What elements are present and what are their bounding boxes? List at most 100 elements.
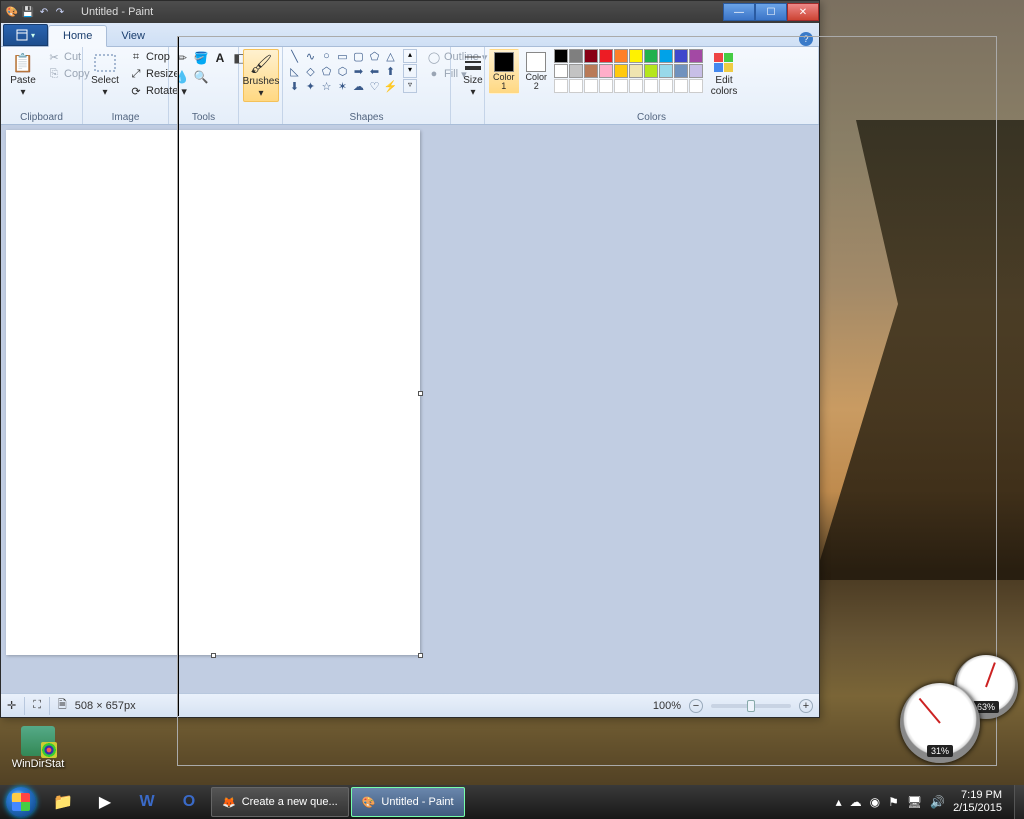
zoom-thumb[interactable]	[747, 700, 755, 712]
fill-tool[interactable]: 🪣	[192, 49, 210, 67]
palette-swatch[interactable]	[689, 49, 703, 63]
palette-swatch[interactable]	[584, 49, 598, 63]
tab-view[interactable]: View	[107, 26, 159, 46]
tray-app-icon[interactable]: ◉	[870, 795, 880, 809]
shape-arrow-r[interactable]: ➡	[351, 64, 366, 78]
palette-swatch[interactable]	[569, 49, 583, 63]
shape-curve[interactable]: ∿	[303, 49, 318, 63]
zoom-in-button[interactable]: +	[799, 699, 813, 713]
paste-button[interactable]: 📋 Paste ▾	[5, 49, 41, 100]
palette-swatch[interactable]	[554, 64, 568, 78]
palette-swatch[interactable]	[674, 64, 688, 78]
palette-swatch[interactable]	[629, 79, 643, 93]
taskbar-pin-outlook[interactable]: O	[168, 785, 210, 819]
palette-swatch[interactable]	[644, 64, 658, 78]
shape-star5[interactable]: ☆	[319, 79, 334, 93]
shape-star6[interactable]: ✶	[335, 79, 350, 93]
help-icon[interactable]: ?	[799, 32, 813, 46]
taskbar-pin-word[interactable]: W	[126, 785, 168, 819]
palette-swatch[interactable]	[614, 49, 628, 63]
shape-heart[interactable]: ♡	[367, 79, 382, 93]
palette-swatch[interactable]	[599, 49, 613, 63]
shape-arrow-u[interactable]: ⬆	[383, 64, 398, 78]
tray-chevron-up-icon[interactable]: ▴	[836, 795, 842, 809]
start-button[interactable]	[0, 785, 42, 819]
minimize-button[interactable]: —	[723, 3, 755, 21]
tray-flag-icon[interactable]: ⚑	[888, 795, 899, 809]
shape-rtriangle[interactable]: ◺	[287, 64, 302, 78]
palette-swatch[interactable]	[659, 64, 673, 78]
taskbar-pin-explorer[interactable]: 📁	[42, 785, 84, 819]
shapes-scroll-down[interactable]: ▾	[403, 64, 417, 78]
shapes-more[interactable]: ▿	[403, 79, 417, 93]
canvas[interactable]	[6, 130, 420, 655]
taskbar-task[interactable]: 🎨Untitled - Paint	[351, 787, 465, 817]
select-button[interactable]: Select ▾	[87, 49, 123, 100]
palette-swatch[interactable]	[599, 64, 613, 78]
shape-arrow-l[interactable]: ⬅	[367, 64, 382, 78]
resize-handle[interactable]	[418, 653, 423, 658]
tray-volume-icon[interactable]: 🔊	[930, 795, 945, 809]
shape-triangle[interactable]: △	[383, 49, 398, 63]
brushes-button[interactable]: 🖌 Brushes ▾	[243, 49, 279, 102]
palette-swatch[interactable]	[674, 49, 688, 63]
shape-lightning[interactable]: ⚡	[383, 79, 398, 93]
undo-icon[interactable]: ↶	[37, 5, 51, 19]
palette-swatch[interactable]	[644, 49, 658, 63]
palette-swatch[interactable]	[659, 49, 673, 63]
text-tool[interactable]: A	[211, 49, 229, 67]
shape-oval[interactable]: ○	[319, 49, 334, 63]
shape-diamond[interactable]: ◇	[303, 64, 318, 78]
palette-swatch[interactable]	[569, 79, 583, 93]
palette-swatch[interactable]	[554, 79, 568, 93]
magnifier-tool[interactable]: 🔍	[192, 68, 210, 86]
maximize-button[interactable]: ☐	[755, 3, 787, 21]
palette-swatch[interactable]	[689, 64, 703, 78]
cpu-gauge-1[interactable]: 31%	[900, 683, 980, 763]
canvas-area[interactable]	[1, 125, 819, 693]
palette-swatch[interactable]	[689, 79, 703, 93]
show-desktop-button[interactable]	[1014, 785, 1024, 819]
shapes-scroll-up[interactable]: ▴	[403, 49, 417, 63]
file-menu-button[interactable]	[3, 24, 48, 46]
close-button[interactable]: ✕	[787, 3, 819, 21]
palette-swatch[interactable]	[659, 79, 673, 93]
shape-line[interactable]: ╲	[287, 49, 302, 63]
palette-swatch[interactable]	[554, 49, 568, 63]
zoom-slider[interactable]	[711, 704, 791, 708]
shape-arrow-d[interactable]: ⬇	[287, 79, 302, 93]
tab-home[interactable]: Home	[48, 25, 107, 47]
titlebar[interactable]: 🎨 💾 ↶ ↷ Untitled - Paint — ☐ ✕	[1, 1, 819, 23]
shape-callout[interactable]: ☁	[351, 79, 366, 93]
palette-swatch[interactable]	[674, 79, 688, 93]
tray-onedrive-icon[interactable]: ☁	[850, 795, 862, 809]
zoom-out-button[interactable]: −	[689, 699, 703, 713]
shape-star4[interactable]: ✦	[303, 79, 318, 93]
save-icon[interactable]: 💾	[21, 5, 35, 19]
taskbar-clock[interactable]: 7:19 PM 2/15/2015	[953, 789, 1006, 815]
desktop-icon-windirstat[interactable]: WinDirStat	[8, 726, 68, 770]
redo-icon[interactable]: ↷	[53, 5, 67, 19]
palette-swatch[interactable]	[629, 49, 643, 63]
palette-swatch[interactable]	[584, 79, 598, 93]
palette-swatch[interactable]	[614, 64, 628, 78]
shape-hexagon[interactable]: ⬡	[335, 64, 350, 78]
resize-handle[interactable]	[418, 391, 423, 396]
shape-pentagon[interactable]: ⬠	[319, 64, 334, 78]
tray-network-icon[interactable]: 🖥	[907, 795, 922, 809]
pencil-tool[interactable]: ✏	[173, 49, 191, 67]
color2-button[interactable]: Color 2	[522, 49, 552, 94]
taskbar-pin-mediaplayer[interactable]: ▶	[84, 785, 126, 819]
palette-swatch[interactable]	[584, 64, 598, 78]
shape-rect[interactable]: ▭	[335, 49, 350, 63]
shape-roundrect[interactable]: ▢	[351, 49, 366, 63]
palette-swatch[interactable]	[569, 64, 583, 78]
palette-swatch[interactable]	[614, 79, 628, 93]
resize-handle[interactable]	[211, 653, 216, 658]
color-picker-tool[interactable]: 💧	[173, 68, 191, 86]
shapes-gallery[interactable]: ╲∿○▭▢⬠△ ◺◇⬠⬡➡⬅⬆ ⬇✦☆✶☁♡⚡	[287, 49, 398, 93]
taskbar-task[interactable]: 🦊Create a new que...	[211, 787, 349, 817]
edit-colors-button[interactable]: Edit colors	[706, 49, 742, 99]
color1-button[interactable]: Color 1	[489, 49, 519, 94]
shape-polygon[interactable]: ⬠	[367, 49, 382, 63]
